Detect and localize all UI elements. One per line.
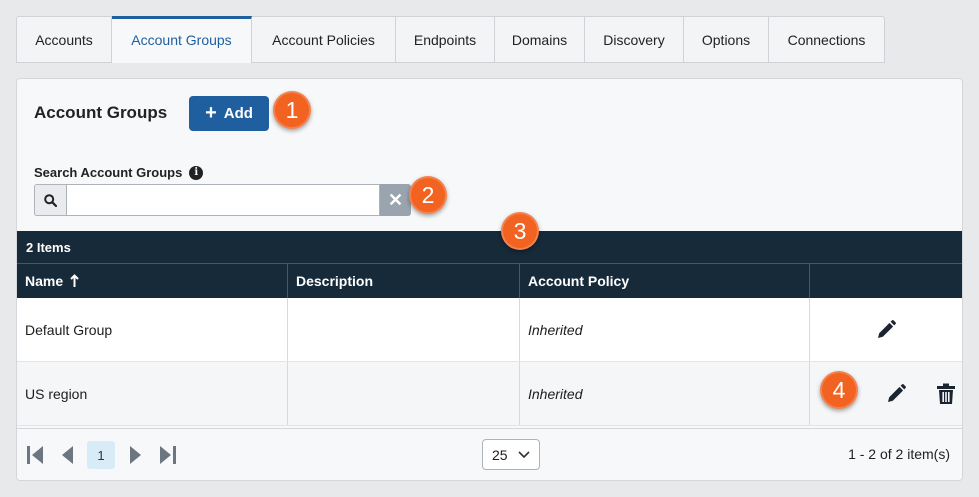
last-page-icon	[160, 446, 176, 464]
column-header-name-label: Name	[25, 273, 64, 289]
account-groups-panel: Account Groups + Add 1 Search Account Gr…	[16, 78, 963, 481]
column-header-account-policy[interactable]: Account Policy	[520, 264, 810, 298]
item-count: 2 Items	[17, 231, 962, 264]
column-header-description[interactable]: Description	[288, 264, 520, 298]
callout-marker: 4	[820, 371, 858, 409]
plus-icon: +	[205, 101, 217, 124]
callout-marker: 3	[501, 212, 539, 250]
chevron-right-icon	[130, 446, 141, 464]
pager: 1 25 1 - 2 of 2 item(s)	[17, 428, 962, 480]
page-size-value: 25	[492, 446, 508, 463]
pager-info: 1 - 2 of 2 item(s)	[848, 446, 950, 462]
edit-icon[interactable]	[874, 318, 898, 342]
callout-marker: 2	[409, 176, 447, 214]
column-header-actions	[810, 264, 962, 298]
tab-account-policies[interactable]: Account Policies	[252, 16, 396, 63]
tab-account-groups[interactable]: Account Groups	[112, 16, 252, 63]
page-title: Account Groups	[34, 103, 168, 122]
search-label-text: Search Account Groups	[34, 165, 183, 180]
search-group: ✕	[34, 184, 411, 216]
tab-discovery[interactable]: Discovery	[585, 16, 684, 63]
last-page-button[interactable]	[159, 442, 177, 468]
cell-name: Default Group	[17, 298, 288, 361]
tab-bar: Accounts Account Groups Account Policies…	[16, 16, 885, 63]
row-actions	[810, 298, 962, 361]
chevron-down-icon	[518, 450, 530, 458]
cell-account-policy: Inherited	[520, 298, 810, 361]
chevron-left-icon	[62, 446, 73, 464]
search-label: Search Account Groups i	[34, 165, 204, 180]
first-page-icon	[27, 446, 43, 464]
callout-marker: 1	[273, 91, 311, 129]
previous-page-button[interactable]	[60, 442, 74, 468]
search-icon	[34, 184, 66, 216]
page-size-select[interactable]: 25	[482, 439, 540, 470]
next-page-button[interactable]	[129, 442, 143, 468]
cell-description	[288, 362, 520, 425]
edit-icon[interactable]	[884, 382, 908, 406]
tab-domains[interactable]: Domains	[495, 16, 585, 63]
add-button-label: Add	[223, 105, 253, 122]
tab-connections[interactable]: Connections	[769, 16, 885, 63]
column-header-name[interactable]: Name	[17, 264, 288, 298]
info-icon[interactable]: i	[189, 165, 204, 180]
clear-search-button[interactable]: ✕	[380, 184, 411, 216]
page-number-current[interactable]: 1	[87, 441, 115, 469]
add-button[interactable]: + Add	[189, 96, 269, 131]
cell-name: US region	[17, 362, 288, 425]
cell-description	[288, 298, 520, 361]
cell-account-policy: Inherited	[520, 362, 810, 425]
delete-icon[interactable]	[934, 382, 958, 406]
first-page-button[interactable]	[26, 442, 44, 468]
tab-accounts[interactable]: Accounts	[16, 16, 112, 63]
sort-ascending-icon	[70, 274, 79, 287]
search-input[interactable]	[66, 184, 380, 216]
grid-header: Name Description Account Policy	[17, 264, 962, 298]
tab-endpoints[interactable]: Endpoints	[396, 16, 495, 63]
close-icon: ✕	[387, 189, 404, 210]
tab-options[interactable]: Options	[684, 16, 769, 63]
table-row[interactable]: Default Group Inherited	[17, 298, 962, 362]
